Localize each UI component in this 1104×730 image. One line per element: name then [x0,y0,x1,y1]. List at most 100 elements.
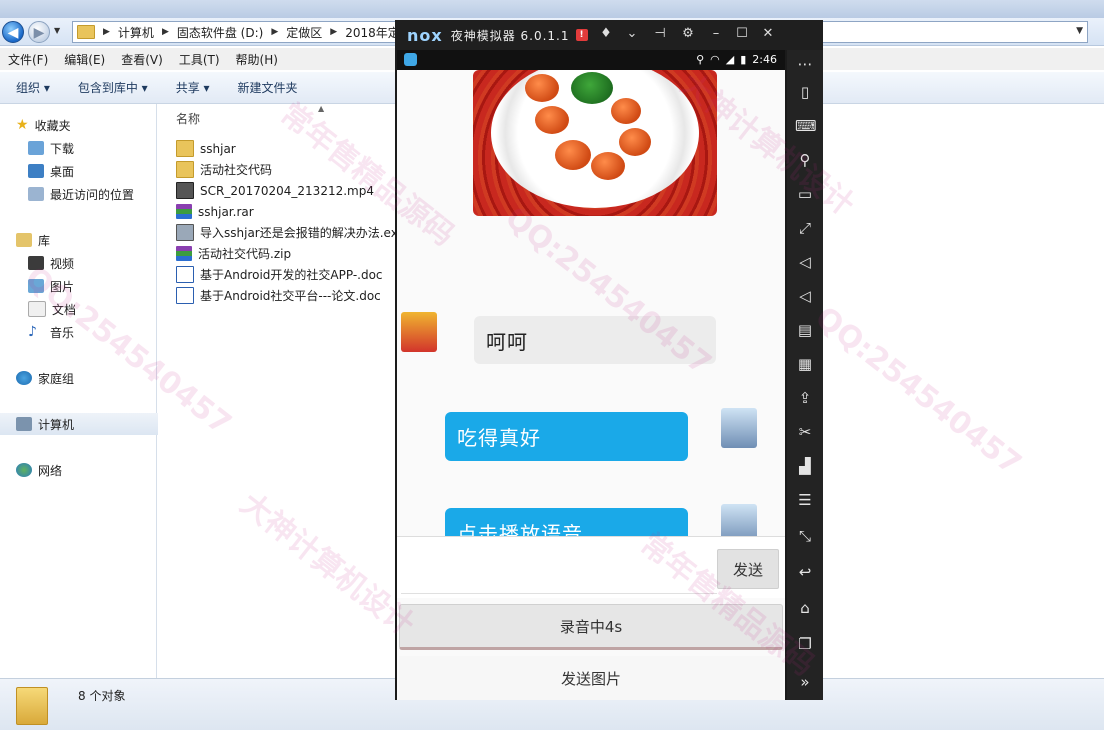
shake-icon[interactable]: ▯ [795,82,815,102]
file-row[interactable]: SCR_20170204_213212.mp4 [176,180,374,201]
network-icon [16,463,32,477]
file-name: 活动社交代码 [200,163,273,177]
nav-label: 收藏夹 [34,118,71,133]
record-voice-button[interactable]: 录音中4s [399,604,783,650]
shrimp-shape [611,98,641,124]
chat-bubble-received[interactable]: 呵呵 [474,316,716,364]
chevron-right-icon[interactable]: ▶ [99,27,114,37]
homegroup-icon [16,371,32,385]
file-row[interactable]: 活动社交代码.zip [176,243,291,264]
nav-libraries[interactable]: 库 [16,229,50,251]
scissors-icon[interactable]: ✂ [795,422,815,442]
gear-icon[interactable]: ⚙ [679,26,697,41]
menu-file[interactable]: 文件(F) [0,51,56,68]
chat-bubble-sent[interactable]: 吃得真好 [445,412,688,461]
nav-homegroup[interactable]: 家庭组 [16,367,74,389]
chevron-right-icon[interactable]: ▶ [326,27,341,37]
file-row[interactable]: 导入sshjar还是会报错的解决办法.exe [176,222,405,243]
menu-tools[interactable]: 工具(T) [171,51,228,68]
nav-label: 图片 [50,279,75,294]
alert-badge-icon[interactable]: ! [575,29,588,41]
shared-food-image[interactable] [473,70,717,216]
fullscreen-icon[interactable]: ⤢ [795,218,815,238]
recent-pages-chevron-icon[interactable]: ▼ [54,26,60,35]
share-button[interactable]: 共享 ▾ [160,79,222,96]
file-row[interactable]: 活动社交代码 [176,159,272,180]
volume-down-icon[interactable]: ◁ [795,286,815,306]
include-in-library-button[interactable]: 包含到库中 ▾ [62,79,160,96]
back-button[interactable]: ◀ [2,21,24,43]
breadcrumb-drive-d[interactable]: 固态软件盘 (D:) [173,24,267,41]
script-icon[interactable]: ▦ [795,354,815,374]
file-name: 导入sshjar还是会报错的解决办法.exe [200,226,405,240]
nav-label: 库 [38,233,51,248]
file-name: 活动社交代码.zip [198,247,292,261]
folder-icon [16,687,48,725]
desktop-icon [28,164,44,178]
menu-icon[interactable]: ☰ [795,490,815,510]
emulator-sidebar: ⋯ ▯ ⌨ ⚲ ▭ ⤢ ◁ ◁ ▤ ▦ ⇪ ✂ ▟ ☰ ⤡ ↩ ⌂ ❐ » [787,50,823,700]
chevron-right-icon[interactable]: ▶ [158,27,173,37]
pin-icon[interactable]: ⊣ [651,26,669,41]
android-back-icon[interactable]: ↩ [795,562,815,582]
location-icon[interactable]: ⚲ [795,150,815,170]
friend-avatar[interactable] [401,312,437,352]
file-row[interactable]: 基于Android开发的社交APP-.doc [176,264,383,285]
chevron-right-icon[interactable]: ▶ [267,27,282,37]
nav-downloads[interactable]: 下载 [28,137,74,159]
forward-button[interactable]: ▶ [28,21,50,43]
maximize-icon[interactable]: ☐ [733,26,751,41]
nav-desktop[interactable]: 桌面 [28,160,74,182]
executable-icon [176,224,194,241]
nav-recent[interactable]: 最近访问的位置 [28,183,134,205]
apk-install-icon[interactable]: ⇪ [795,388,815,408]
menu-edit[interactable]: 编辑(E) [56,51,113,68]
clock: 2:46 [752,53,777,66]
more-icon[interactable]: ⋯ [795,54,815,74]
send-photo-button[interactable]: 发送图片 [399,656,783,700]
close-icon[interactable]: ✕ [759,26,777,41]
file-row[interactable]: sshjar [176,138,236,159]
nav-label: 视频 [50,256,75,271]
keyboard-icon[interactable]: ⌨ [795,116,817,136]
minimize-icon[interactable]: – [707,26,725,41]
download-folder-icon [28,141,44,155]
nav-computer[interactable]: 计算机 [0,413,171,435]
nav-pictures[interactable]: 图片 [28,275,74,297]
nav-network[interactable]: 网络 [16,459,62,481]
toolbox-icon[interactable]: ▤ [795,320,815,340]
address-dropdown-icon[interactable]: ▼ [1076,26,1083,36]
message-input[interactable] [401,543,717,594]
nav-music[interactable]: ♪ 音乐 [28,321,74,343]
menu-help[interactable]: 帮助(H) [228,51,286,68]
multi-instance-icon[interactable]: ▟ [795,456,815,476]
android-home-icon[interactable]: ⌂ [795,598,815,618]
resize-icon[interactable]: ⤡ [795,526,815,546]
new-folder-button[interactable]: 新建文件夹 [222,79,310,96]
my-avatar[interactable] [721,408,757,448]
message-input-area: 发送 [397,536,785,598]
volume-up-icon[interactable]: ◁ [795,252,815,272]
send-button[interactable]: 发送 [717,549,779,589]
file-row[interactable]: 基于Android社交平台---论文.doc [176,285,381,306]
expand-icon[interactable]: » [795,672,815,692]
shirt-icon[interactable]: ♦ [597,26,615,41]
menu-view[interactable]: 查看(V) [113,51,171,68]
wifi-icon: ◠ [710,53,720,66]
nav-documents[interactable]: 文档 [28,298,76,320]
breadcrumb-computer[interactable]: 计算机 [114,24,158,41]
nav-label: 计算机 [38,417,75,432]
chevron-down-icon[interactable]: ⌄ [623,26,641,41]
organize-button[interactable]: 组织 ▾ [0,79,62,96]
screen-icon[interactable]: ▭ [795,184,815,204]
recent-apps-icon[interactable]: ❐ [795,634,815,654]
nav-favorites[interactable]: ★ 收藏夹 [16,114,71,136]
navigation-pane: ★ 收藏夹 下载 桌面 最近访问的位置 库 视频 图片 文档 ♪ 音乐 家庭组 … [0,104,171,678]
arrow-right-icon: ▶ [33,25,45,41]
nav-video[interactable]: 视频 [28,252,74,274]
file-row[interactable]: sshjar.rar [176,201,254,222]
computer-icon [16,417,32,431]
file-name: sshjar.rar [198,204,254,219]
breadcrumb-custom[interactable]: 定做区 [282,24,326,41]
column-header-name[interactable]: 名称 [176,110,200,127]
